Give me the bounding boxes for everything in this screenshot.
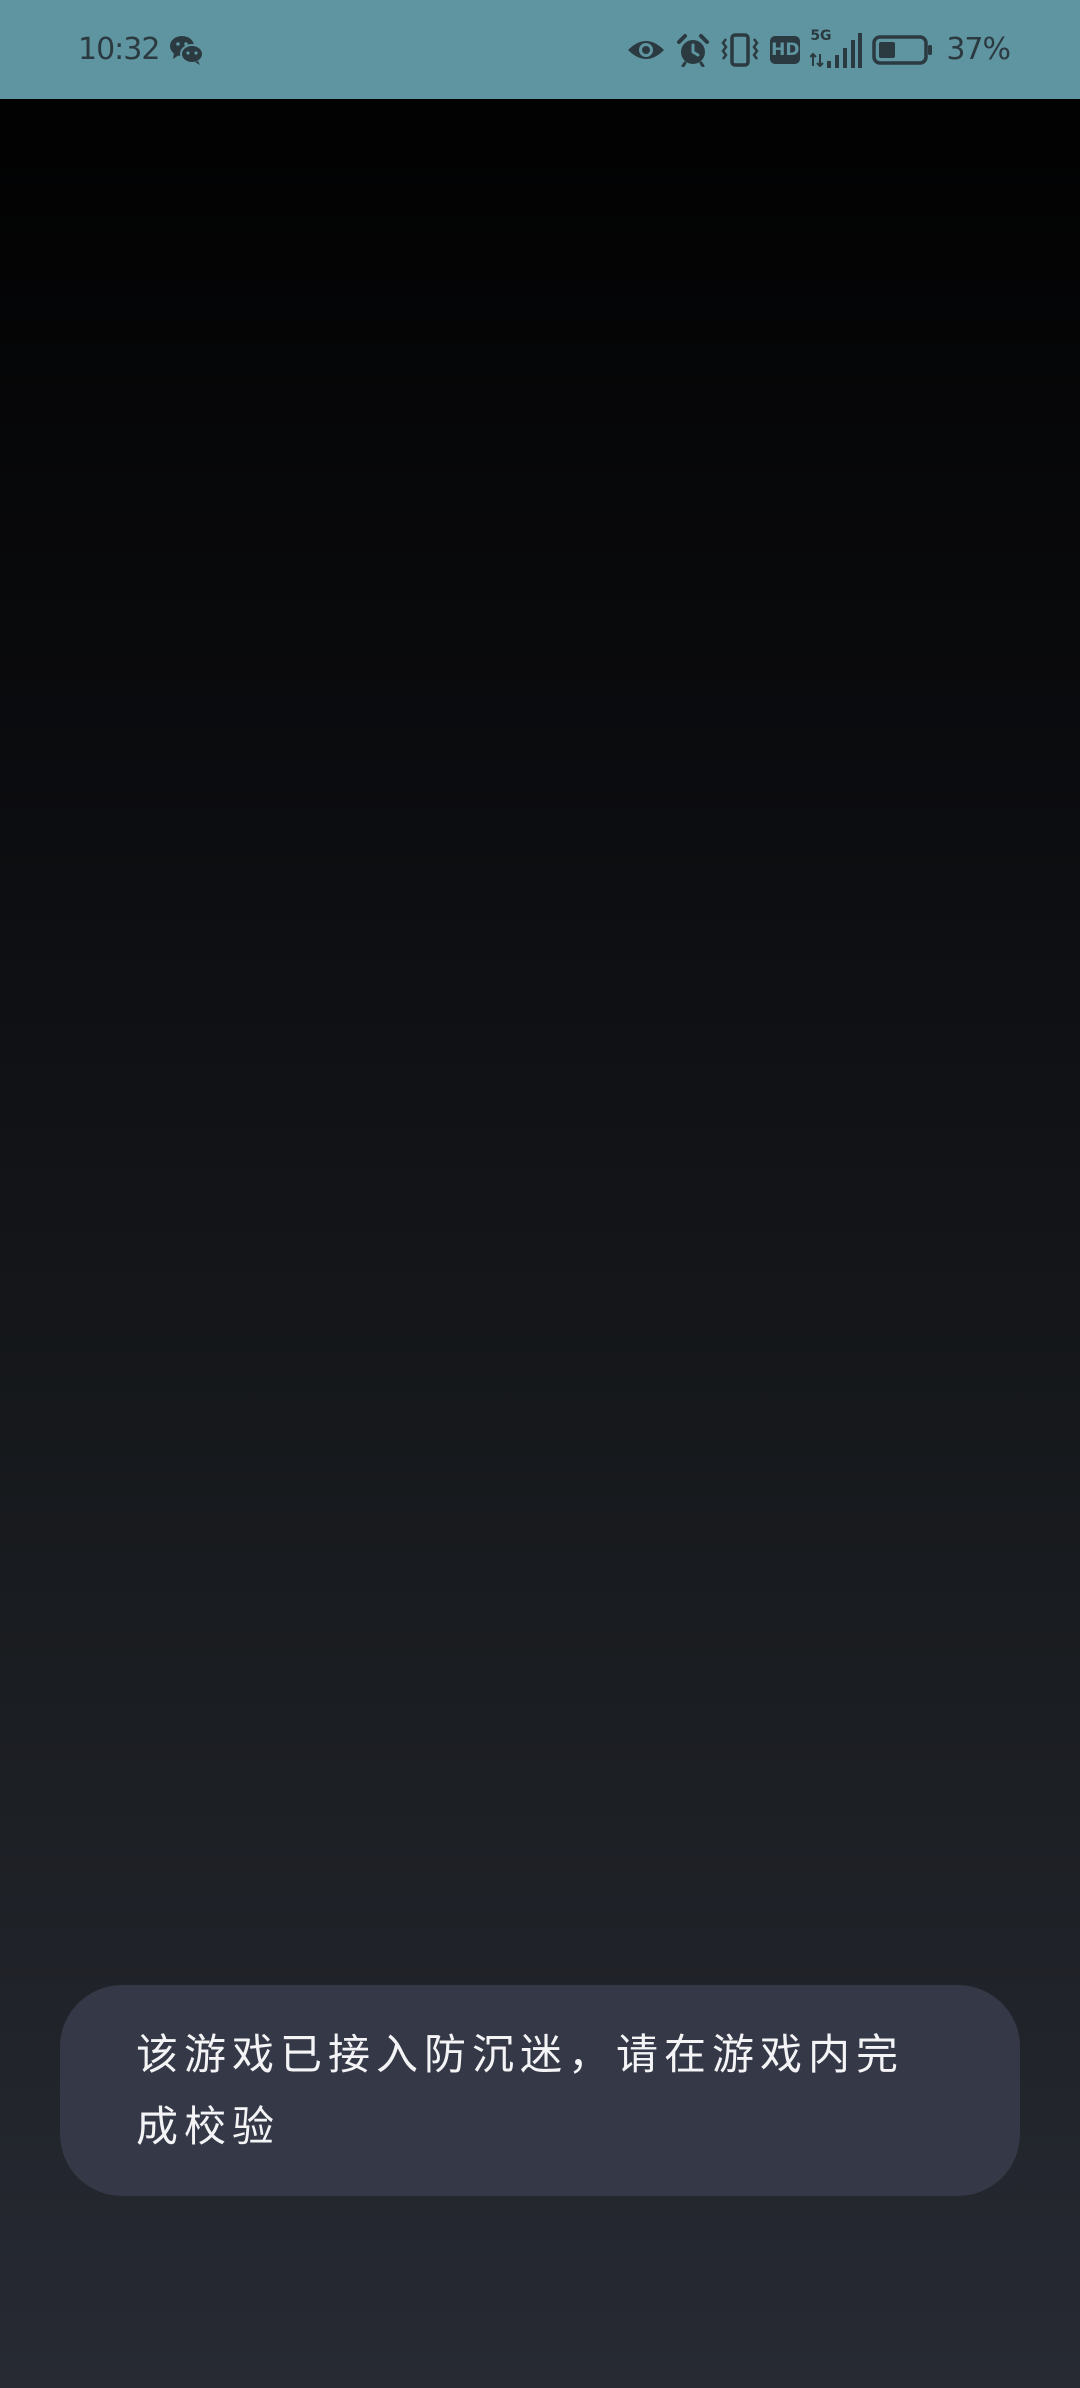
toast-notification: 该游戏已接入防沉迷，请在游戏内完成校验 bbox=[60, 1985, 1020, 2196]
status-right: HD 5G 37% bbox=[626, 0, 1011, 99]
hd-icon: HD bbox=[770, 35, 801, 64]
wechat-icon bbox=[169, 34, 205, 66]
signal-icon: 5G bbox=[810, 28, 863, 70]
status-left: 10:32 bbox=[78, 0, 205, 99]
vibrate-icon bbox=[720, 32, 760, 67]
status-time: 10:32 bbox=[78, 32, 160, 67]
eye-icon bbox=[626, 36, 666, 64]
toast-message: 该游戏已接入防沉迷，请在游戏内完成校验 bbox=[136, 2030, 905, 2151]
alarm-icon bbox=[676, 33, 710, 67]
battery-icon bbox=[872, 34, 934, 66]
status-bar: 10:32 HD 5G 37% bbox=[0, 0, 1080, 99]
battery-fill bbox=[879, 41, 896, 58]
battery-percent: 37% bbox=[946, 32, 1011, 67]
